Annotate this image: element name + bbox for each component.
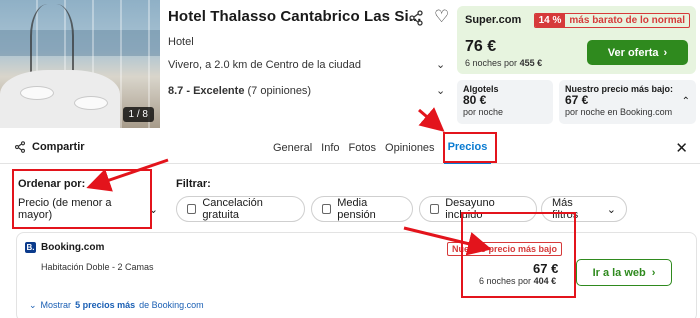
more-prefix: Mostrar [40, 300, 72, 310]
filter-free-cancellation[interactable]: Cancelación gratuita [176, 196, 305, 222]
view-offer-button[interactable]: Ver oferta › [587, 40, 688, 65]
tab-opiniones[interactable]: Opiniones [385, 132, 435, 164]
offer-card: B. Booking.com Habitación Doble - 2 Cama… [16, 232, 697, 318]
checkbox-icon [430, 204, 440, 214]
chevron-right-icon: › [663, 46, 668, 59]
favorite-heart-icon[interactable]: ♡ [434, 7, 449, 27]
rating-score: 8.7 - Excelente [168, 85, 245, 97]
chevron-down-icon[interactable]: ⌄ [436, 58, 445, 71]
discount-percent: 14 % [534, 14, 566, 27]
tab-info[interactable]: Info [321, 132, 339, 164]
chevron-down-icon[interactable]: ⌄ [436, 84, 445, 97]
more-suffix: de Booking.com [139, 300, 204, 310]
filter-half-board[interactable]: Media pensión [311, 196, 413, 222]
share-label: Compartir [32, 141, 85, 153]
booking-logo-icon: B. [25, 242, 36, 253]
alt-price-value: 67 € [565, 93, 589, 107]
deal-nights: 6 noches por 455 € [465, 58, 542, 68]
view-offer-label: Ver oferta [607, 46, 659, 59]
alt-price-card[interactable]: Algotels 80 € por noche [457, 80, 553, 124]
photo-counter: 1 / 8 [122, 107, 154, 122]
deal-nights-total: 455 € [519, 58, 543, 68]
lowest-price-card[interactable]: Nuestro precio más bajo: 67 € por noche … [559, 80, 696, 124]
hotel-type: Hotel [168, 36, 194, 48]
close-icon[interactable]: ✕ [675, 139, 688, 157]
photo-plate [20, 86, 54, 100]
share-icon[interactable] [408, 10, 424, 26]
share-icon [14, 141, 26, 153]
show-more-prices-link[interactable]: ⌄ Mostrar 5 precios más de Booking.com [29, 300, 204, 311]
chevron-up-icon[interactable]: ⌃ [682, 96, 690, 107]
more-count: 5 precios más [75, 300, 136, 310]
alt-price-caption: por noche en Booking.com [565, 107, 673, 117]
tabs-bar: Compartir General Info Fotos Opiniones P… [0, 132, 700, 164]
best-deal-box: Super.com 14 % más barato de lo normal 7… [457, 6, 696, 74]
filter-label: Filtrar: [176, 178, 211, 190]
hotel-location: Vivero, a 2.0 km de Centro de la ciudad [168, 59, 362, 71]
discount-badge: 14 % más barato de lo normal [533, 13, 690, 28]
go-to-site-button[interactable]: Ir a la web › [576, 259, 672, 286]
chevron-down-icon: ⌄ [29, 300, 37, 310]
hotel-photo[interactable]: 1 / 8 [0, 0, 160, 128]
offer-provider: Booking.com [41, 242, 105, 253]
go-to-site-label: Ir a la web [592, 266, 646, 279]
checkbox-icon [187, 204, 197, 214]
offer-room: Habitación Doble - 2 Camas [41, 262, 154, 272]
chevron-right-icon: › [651, 266, 656, 279]
annotation-box-precios-tab [443, 132, 497, 163]
checkbox-icon [322, 204, 332, 214]
discount-text: más barato de lo normal [569, 15, 685, 26]
chip-label: Cancelación gratuita [202, 197, 263, 221]
chip-label: Media pensión [337, 197, 376, 221]
deal-nights-text: 6 noches por [465, 58, 518, 68]
hotel-rating: 8.7 - Excelente (7 opiniones) [168, 85, 311, 97]
tab-fotos[interactable]: Fotos [349, 132, 377, 164]
chevron-down-icon: ⌄ [606, 203, 616, 216]
share-button[interactable]: Compartir [14, 141, 85, 153]
annotation-box-lowest-price [461, 212, 576, 298]
hotel-name: Hotel Thalasso Cantabrico Las Si... [168, 8, 422, 25]
tab-general[interactable]: General [273, 132, 312, 164]
rating-count: (7 opiniones) [247, 85, 312, 97]
arrow-to-tab [418, 107, 445, 132]
deal-provider: Super.com [465, 14, 522, 26]
alt-price-caption: por noche [463, 107, 504, 117]
annotation-box-sort [12, 169, 152, 229]
deal-price: 76 € [465, 38, 497, 55]
alt-price-value: 80 € [463, 93, 487, 107]
photo-plate [74, 96, 108, 110]
